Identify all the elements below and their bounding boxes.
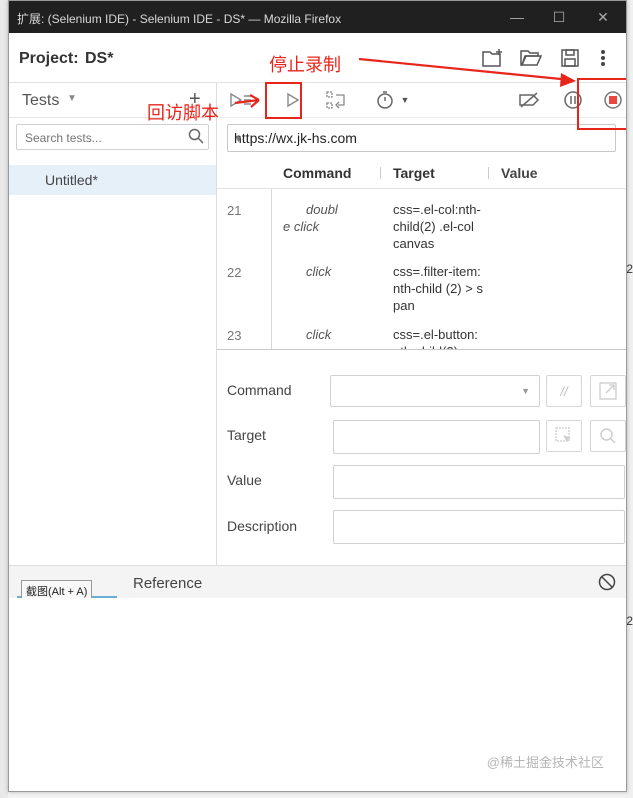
background-edge-text: 2: [626, 262, 633, 276]
background-edge-text: 2: [626, 614, 633, 628]
watermark: @稀土掘金技术社区: [486, 755, 604, 770]
selenium-ide-window: 扩展: (Selenium IDE) - Selenium IDE - DS* …: [8, 0, 627, 792]
annotation-arrows: [234, 57, 576, 108]
background-left-strip: [0, 0, 8, 798]
